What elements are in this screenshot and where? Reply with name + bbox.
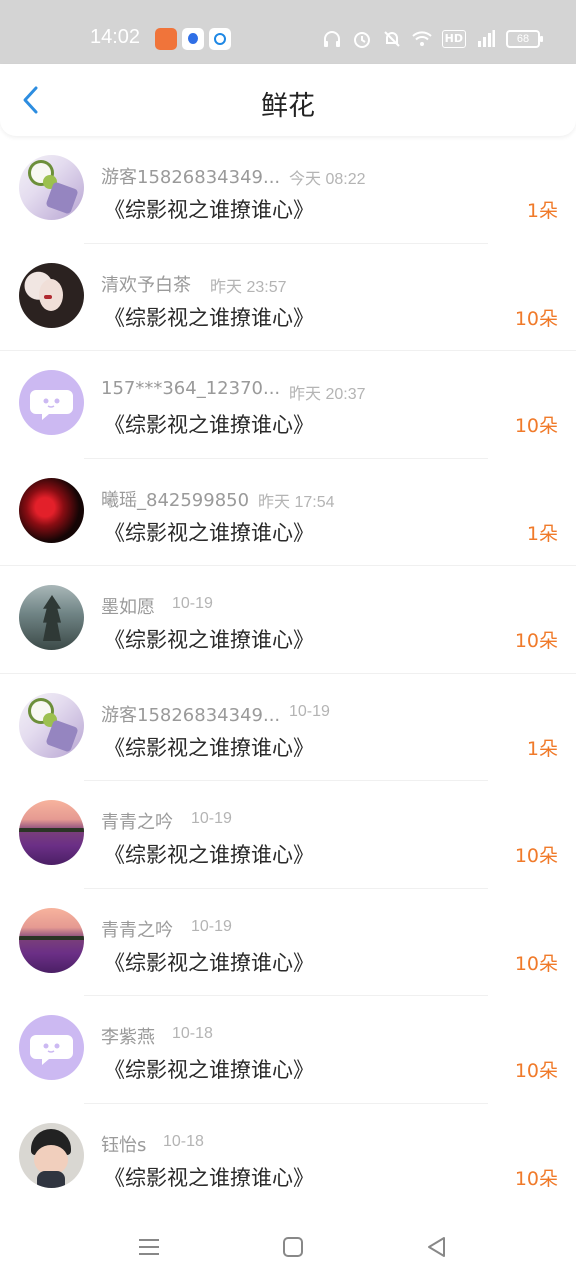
list-item[interactable]: 曦瑶_842599850 昨天 17:54 《综影视之谁撩谁心》 1朵 <box>0 459 576 566</box>
book-title: 《综影视之谁撩谁心》 <box>104 305 314 330</box>
gift-time: 昨天 17:54 <box>258 493 335 511</box>
flower-count: 10朵 <box>514 307 558 330</box>
gift-time: 10-19 <box>191 810 232 827</box>
blue-app-icon <box>209 28 231 50</box>
flower-count: 1朵 <box>526 200 558 222</box>
signal-4g-icon <box>478 30 495 47</box>
username: 墨如愿 <box>101 597 155 618</box>
alarm-icon <box>353 32 370 48</box>
book-title: 《综影视之谁撩谁心》 <box>104 628 314 652</box>
system-nav-bar <box>0 1212 576 1280</box>
avatar[interactable] <box>19 262 84 328</box>
book-title: 《综影视之谁撩谁心》 <box>104 198 314 222</box>
username: 游客15826834349... <box>101 704 281 726</box>
flower-count: 10朵 <box>514 952 558 975</box>
avatar[interactable] <box>19 155 84 220</box>
list-item[interactable]: 李紫燕 10-18 《综影视之谁撩谁心》 10朵 <box>0 996 576 1104</box>
list-item[interactable]: 青青之吟 10-19 《综影视之谁撩谁心》 10朵 <box>0 889 576 996</box>
back-triangle-icon <box>428 1237 445 1257</box>
flower-count: 10朵 <box>514 1167 558 1190</box>
book-title: 《综影视之谁撩谁心》 <box>104 1165 314 1190</box>
home-button[interactable] <box>278 1232 308 1262</box>
home-square-icon <box>283 1237 303 1257</box>
book-title: 《综影视之谁撩谁心》 <box>104 413 314 437</box>
username: 清欢予白茶 <box>101 274 191 296</box>
book-title: 《综影视之谁撩谁心》 <box>104 520 314 545</box>
list-item[interactable]: 清欢予白茶 昨天 23:57 《综影视之谁撩谁心》 10朵 <box>0 244 576 351</box>
back-nav-button[interactable] <box>422 1232 452 1262</box>
flower-count: 10朵 <box>514 845 558 867</box>
flower-count: 10朵 <box>514 630 558 652</box>
gift-time: 10-19 <box>191 917 232 935</box>
gift-time: 10-19 <box>289 702 330 720</box>
book-title: 《综影视之谁撩谁心》 <box>104 735 314 760</box>
username: 青青之吟 <box>101 919 173 941</box>
list-item[interactable]: 157***364_12370... 昨天 20:37 《综影视之谁撩谁心》 10朵 <box>0 351 576 459</box>
mute-bell-icon <box>383 31 400 47</box>
gift-time: 10-19 <box>172 595 213 612</box>
username: 青青之吟 <box>101 812 173 833</box>
avatar[interactable] <box>19 800 84 865</box>
menu-button[interactable] <box>134 1232 164 1262</box>
username: 157***364_12370... <box>101 378 281 399</box>
username: 游客15826834349... <box>101 167 281 188</box>
page-title: 鲜花 <box>261 91 315 122</box>
avatar[interactable] <box>19 370 84 435</box>
baidu-paw-icon <box>182 28 204 50</box>
avatar[interactable] <box>19 477 84 543</box>
avatar[interactable] <box>19 585 84 650</box>
status-bar: 14:02 HD 68 <box>0 0 576 64</box>
avatar[interactable] <box>19 692 84 758</box>
list-item[interactable]: 游客15826834349... 今天 08:22 《综影视之谁撩谁心》 1朵 <box>0 136 576 244</box>
chat-bubble-icon <box>30 390 73 420</box>
headphones-icon <box>323 31 340 47</box>
avatar[interactable] <box>19 1122 84 1188</box>
gift-time: 今天 08:22 <box>289 171 366 188</box>
wifi-icon <box>411 31 432 46</box>
page-header: 鲜花 <box>0 64 576 136</box>
status-icons: HD 68 <box>322 28 543 50</box>
book-title: 《综影视之谁撩谁心》 <box>104 843 314 867</box>
chat-bubble-icon <box>30 1035 73 1065</box>
list-item[interactable]: 青青之吟 10-19 《综影视之谁撩谁心》 10朵 <box>0 781 576 889</box>
flower-count: 1朵 <box>526 522 558 545</box>
menu-icon <box>139 1239 159 1255</box>
avatar[interactable] <box>19 1015 84 1080</box>
battery-icon: 68 <box>506 30 543 48</box>
gift-time: 昨天 20:37 <box>289 386 366 403</box>
list-item[interactable]: 钰怡s 10-18 《综影视之谁撩谁心》 10朵 <box>0 1104 576 1212</box>
username: 李紫燕 <box>101 1027 155 1048</box>
status-time: 14:02 <box>90 26 141 48</box>
flower-count: 10朵 <box>514 415 558 437</box>
username: 钰怡s <box>101 1134 147 1156</box>
flower-count: 1朵 <box>526 737 558 760</box>
gift-time: 10-18 <box>172 1025 213 1042</box>
avatar[interactable] <box>19 907 84 973</box>
flower-gift-list: 游客15826834349... 今天 08:22 《综影视之谁撩谁心》 1朵 清欢予白… <box>0 136 576 1211</box>
app-orange-icon <box>155 28 177 50</box>
username: 曦瑶_842599850 <box>101 489 250 511</box>
gift-time: 昨天 23:57 <box>210 278 287 296</box>
flower-count: 10朵 <box>514 1060 558 1082</box>
hd-icon: HD <box>441 30 466 48</box>
list-item[interactable]: 游客15826834349... 10-19 《综影视之谁撩谁心》 1朵 <box>0 674 576 781</box>
list-item[interactable]: 墨如愿 10-19 《综影视之谁撩谁心》 10朵 <box>0 566 576 674</box>
book-title: 《综影视之谁撩谁心》 <box>104 1058 314 1082</box>
gift-time: 10-18 <box>163 1132 204 1150</box>
book-title: 《综影视之谁撩谁心》 <box>104 950 314 975</box>
